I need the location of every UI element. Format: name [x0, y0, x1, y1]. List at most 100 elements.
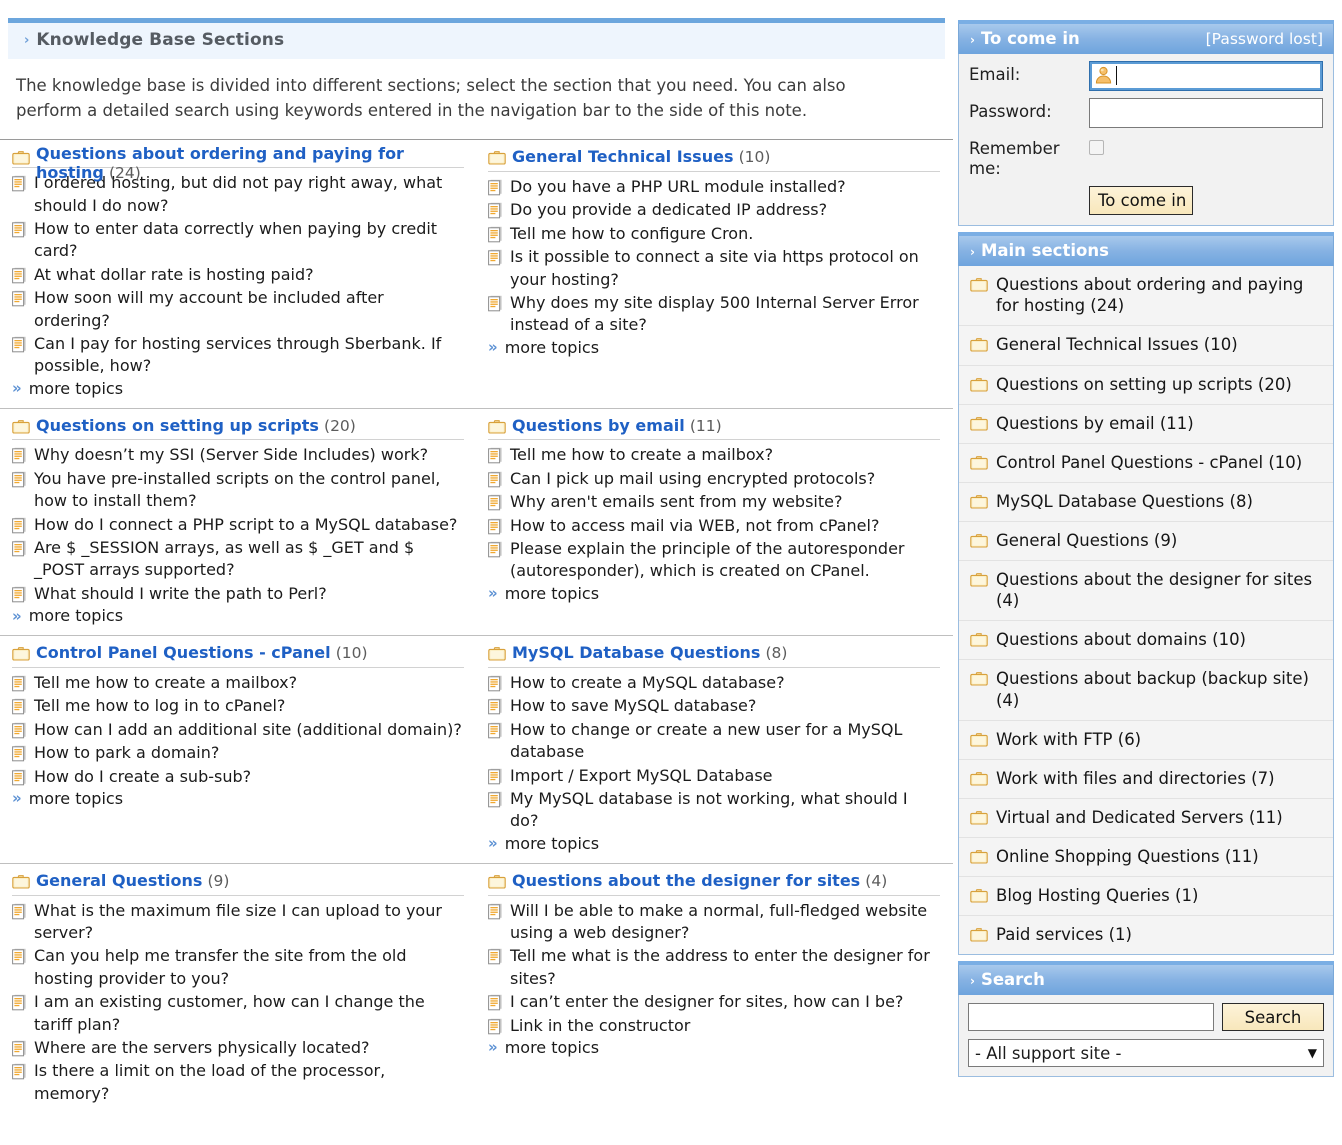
topic-item[interactable]: How to create a MySQL database? — [488, 672, 940, 694]
more-topics-label: more topics — [504, 1037, 600, 1057]
sidebar-section-item[interactable]: Questions on setting up scripts (20) — [959, 365, 1333, 405]
folder-icon — [488, 874, 506, 889]
main-sections-header: › Main sections — [958, 236, 1334, 267]
search-button[interactable]: Search — [1222, 1003, 1324, 1032]
topic-item[interactable]: My MySQL database is not working, what s… — [488, 788, 940, 833]
topic-item[interactable]: How do I connect a PHP script to a MySQL… — [12, 514, 464, 536]
section-title-link[interactable]: General Technical Issues — [512, 147, 733, 166]
topic-item[interactable]: Can you help me transfer the site from t… — [12, 945, 464, 990]
double-chevron-right-icon: » — [12, 379, 22, 398]
topic-item[interactable]: Is there a limit on the load of the proc… — [12, 1060, 464, 1105]
topic-item[interactable]: Why does my site display 500 Internal Se… — [488, 292, 940, 337]
more-topics-link[interactable]: » more topics — [488, 1038, 940, 1057]
sidebar-section-item[interactable]: Blog Hosting Queries (1) — [959, 877, 1333, 917]
sidebar-section-item[interactable]: Control Panel Questions - cPanel (10) — [959, 443, 1333, 483]
sidebar-section-item[interactable]: Work with files and directories (7) — [959, 759, 1333, 799]
main-sections-title: Main sections — [980, 241, 1109, 261]
sidebar-section-item[interactable]: Paid services (1) — [959, 916, 1333, 955]
more-topics-link[interactable]: » more topics — [488, 584, 940, 603]
document-icon — [488, 249, 503, 266]
topic-item[interactable]: Will I be able to make a normal, full-fl… — [488, 900, 940, 945]
topic-item[interactable]: What is the maximum file size I can uplo… — [12, 900, 464, 945]
section-card: Questions by email (11) Tell me how to cr… — [476, 409, 952, 636]
topic-item[interactable]: How to enter data correctly when paying … — [12, 218, 464, 263]
sidebar-section-label: General Technical Issues (10) — [996, 335, 1238, 355]
sidebar-section-item[interactable]: General Questions (9) — [959, 522, 1333, 562]
section-title-link[interactable]: Control Panel Questions - cPanel — [36, 643, 331, 662]
topic-item[interactable]: Tell me how to create a mailbox? — [12, 672, 464, 694]
section-title-link[interactable]: General Questions — [36, 871, 202, 890]
topic-item[interactable]: You have pre-installed scripts on the co… — [12, 468, 464, 513]
remember-me-checkbox[interactable] — [1089, 140, 1104, 155]
topic-item[interactable]: How to change or create a new user for a… — [488, 719, 940, 764]
more-topics-link[interactable]: » more topics — [12, 379, 464, 398]
topic-item[interactable]: How soon will my account be included aft… — [12, 287, 464, 332]
topic-label: How soon will my account be included aft… — [34, 288, 384, 330]
section-title-link[interactable]: Questions about ordering and paying for … — [36, 144, 404, 181]
section-topic-count: (24) — [108, 163, 141, 182]
section-title-link[interactable]: Questions about the designer for sites — [512, 871, 860, 890]
sidebar-section-item[interactable]: Questions about ordering and paying for … — [959, 266, 1333, 327]
sidebar-section-item[interactable]: Online Shopping Questions (11) — [959, 838, 1333, 878]
topic-item[interactable]: Do you provide a dedicated IP address? — [488, 199, 940, 221]
double-chevron-right-icon: » — [488, 834, 498, 853]
more-topics-link[interactable]: » more topics — [12, 606, 464, 625]
password-field[interactable] — [1089, 98, 1323, 128]
section-title-link[interactable]: MySQL Database Questions — [512, 643, 760, 662]
topic-item[interactable]: Are $ _SESSION arrays, as well as $ _GET… — [12, 537, 464, 582]
kb-intro-text: The knowledge base is divided into diffe… — [16, 76, 846, 121]
topic-list: What is the maximum file size I can uplo… — [12, 900, 464, 1106]
search-input[interactable] — [968, 1003, 1214, 1032]
more-topics-link[interactable]: » more topics — [488, 834, 940, 853]
topic-item[interactable]: How do I create a sub-sub? — [12, 766, 464, 788]
sidebar-section-item[interactable]: Virtual and Dedicated Servers (11) — [959, 798, 1333, 838]
topic-item[interactable]: Tell me how to log in to cPanel? — [12, 695, 464, 717]
topic-item[interactable]: Can I pay for hosting services through S… — [12, 333, 464, 378]
section-title-wrap: MySQL Database Questions (8) — [512, 644, 787, 663]
topic-item[interactable]: What should I write the path to Perl? — [12, 583, 464, 605]
topic-item[interactable]: Why aren't emails sent from my website? — [488, 491, 940, 513]
login-button-spacer — [969, 186, 1089, 215]
topic-item[interactable]: I can’t enter the designer for sites, ho… — [488, 991, 940, 1013]
topic-item[interactable]: Tell me what is the address to enter the… — [488, 945, 940, 990]
topic-item[interactable]: At what dollar rate is hosting paid? — [12, 264, 464, 286]
search-scope-select[interactable]: - All support site - ▼ — [968, 1039, 1324, 1068]
more-topics-link[interactable]: » more topics — [488, 338, 940, 357]
topic-item[interactable]: Do you have a PHP URL module installed? — [488, 176, 940, 198]
document-icon — [12, 290, 27, 307]
sidebar-section-item[interactable]: Work with FTP (6) — [959, 720, 1333, 760]
section-title-link[interactable]: Questions on setting up scripts — [36, 416, 319, 435]
section-title-link[interactable]: Questions by email — [512, 416, 685, 435]
topic-item[interactable]: I am an existing customer, how can I cha… — [12, 991, 464, 1036]
topic-item[interactable]: How to access mail via WEB, not from cPa… — [488, 515, 940, 537]
topic-item[interactable]: Why doesn’t my SSI (Server Side Includes… — [12, 444, 464, 466]
topic-item[interactable]: Import / Export MySQL Database — [488, 765, 940, 787]
more-topics-label: more topics — [28, 788, 124, 808]
section-row: Questions about ordering and paying for … — [0, 139, 953, 408]
sidebar-section-item[interactable]: General Technical Issues (10) — [959, 326, 1333, 366]
sidebar-section-item[interactable]: Questions about the designer for sites (… — [959, 561, 1333, 622]
sidebar-section-item[interactable]: MySQL Database Questions (8) — [959, 482, 1333, 523]
document-icon — [488, 295, 503, 312]
password-lost-link[interactable]: [Password lost] — [1206, 30, 1323, 48]
topic-item[interactable]: Tell me how to create a mailbox? — [488, 444, 940, 466]
sidebar-section-item[interactable]: Questions about domains (10) — [959, 621, 1333, 661]
main-sections-marker-icon: › — [970, 245, 975, 260]
topic-item[interactable]: Can I pick up mail using encrypted proto… — [488, 468, 940, 490]
more-topics-link[interactable]: » more topics — [12, 789, 464, 808]
topic-item[interactable]: How to park a domain? — [12, 742, 464, 764]
topic-item[interactable]: How to save MySQL database? — [488, 695, 940, 717]
sidebar-section-item[interactable]: Questions by email (11) — [959, 404, 1333, 444]
email-field[interactable] — [1089, 61, 1323, 91]
topic-item[interactable]: Tell me how to configure Cron. — [488, 223, 940, 245]
topic-item[interactable]: Please explain the principle of the auto… — [488, 538, 940, 583]
topic-item[interactable]: Link in the constructor — [488, 1015, 940, 1037]
document-icon — [488, 1018, 503, 1035]
topic-item[interactable]: Is it possible to connect a site via htt… — [488, 246, 940, 291]
document-icon — [12, 675, 27, 692]
sidebar-section-item[interactable]: Questions about backup (backup site) (4) — [959, 660, 1333, 721]
login-submit-button[interactable]: To come in — [1089, 186, 1193, 216]
section-card-header: Questions by email (11) — [488, 416, 940, 441]
topic-item[interactable]: Where are the servers physically located… — [12, 1037, 464, 1059]
topic-item[interactable]: How can I add an additional site (additi… — [12, 719, 464, 741]
